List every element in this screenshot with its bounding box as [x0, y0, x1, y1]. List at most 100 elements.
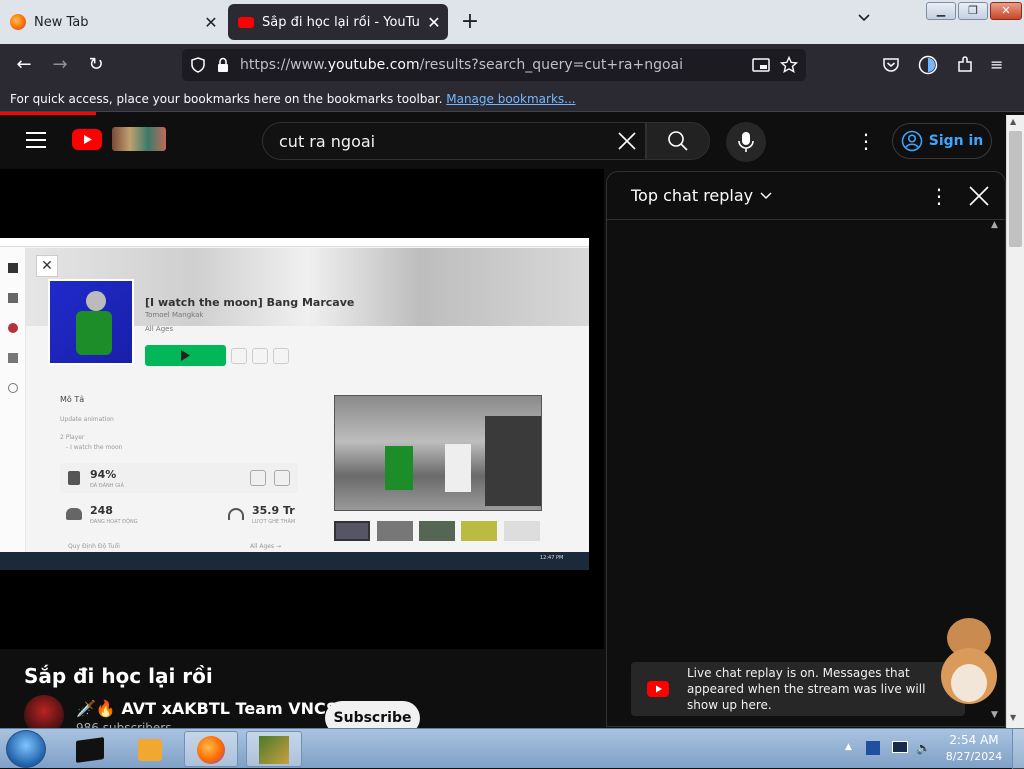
share-icon[interactable] — [252, 348, 268, 364]
manage-bookmarks-link[interactable]: Manage bookmarks... — [446, 92, 575, 106]
close-chat-icon[interactable] — [969, 186, 989, 206]
doodle-logo-icon[interactable] — [112, 127, 166, 151]
preview-thumb[interactable] — [377, 521, 413, 541]
search-input[interactable]: cut ra ngoai — [262, 122, 646, 160]
preview-thumb[interactable] — [419, 521, 455, 541]
scroll-down-arrow-icon[interactable]: ▼ — [1010, 713, 1016, 722]
age-rules-label: Quy Định Độ Tuổi — [68, 543, 120, 550]
microphone-icon — [738, 132, 754, 152]
thumbs-down-icon[interactable] — [250, 470, 266, 486]
reload-icon[interactable]: ↻ — [82, 52, 110, 78]
navigation-toolbar: ← → ↻ https://www.youtube.com/results?se… — [0, 44, 1024, 86]
play-button[interactable] — [145, 345, 226, 366]
embedded-taskbar: 12:47 PM — [0, 552, 589, 570]
tray-expand-icon[interactable]: ▲ — [845, 742, 852, 752]
sign-in-label: Sign in — [928, 133, 984, 149]
tab-youtube[interactable]: Sắp đi học lại rồi - YouTube ✕ — [228, 4, 448, 40]
rating-label: ĐÃ ĐÁNH GIÁ — [90, 483, 124, 489]
pocket-icon[interactable] — [882, 56, 900, 74]
visits-value: 35.9 Tr — [252, 504, 295, 517]
bookmark-star-icon[interactable] — [780, 56, 798, 74]
windows-taskbar: ▲ 🔈 2:54 AM 8/27/2024 — [0, 728, 1024, 769]
clear-search-icon[interactable] — [617, 131, 637, 151]
thumbs-up-outline-icon[interactable] — [274, 470, 290, 486]
close-window-button[interactable]: ✕ — [990, 2, 1022, 20]
clock-time[interactable]: 2:54 AM — [948, 733, 1000, 747]
extensions-icon[interactable] — [956, 56, 974, 74]
minimize-button[interactable]: ▁ — [926, 2, 956, 20]
url-text: https://www.youtube.com/results?search_q… — [240, 57, 683, 73]
close-tab-icon[interactable]: ✕ — [420, 13, 448, 32]
rating-value: 94% — [90, 468, 117, 481]
favorite-icon[interactable] — [231, 348, 247, 364]
account-icon[interactable] — [918, 55, 938, 75]
list-tabs-chevron-icon[interactable] — [852, 10, 876, 34]
firefox-taskbar-icon[interactable] — [184, 731, 238, 767]
address-bar[interactable]: https://www.youtube.com/results?search_q… — [182, 49, 806, 81]
forward-arrow-icon[interactable]: → — [46, 52, 74, 78]
picture-in-picture-icon[interactable] — [752, 57, 770, 73]
close-tab-icon[interactable]: ✕ — [197, 13, 225, 32]
search-icon — [668, 131, 688, 151]
chat-scroll-up-icon[interactable]: ▲ — [991, 220, 1003, 230]
new-tab-button[interactable]: + — [456, 8, 484, 36]
bookmarks-toolbar: For quick access, place your bookmarks h… — [0, 86, 1024, 112]
search-button[interactable] — [646, 122, 710, 160]
firefox-icon — [10, 14, 26, 30]
youtube-icon — [647, 681, 669, 697]
scroll-thumb[interactable] — [1009, 131, 1022, 247]
tab-new-tab[interactable]: New Tab ✕ — [0, 4, 225, 40]
shield-icon — [191, 57, 205, 73]
chat-header: Top chat replay ⋮ — [607, 172, 1005, 220]
network-icon[interactable] — [892, 741, 908, 753]
embedded-clock: 12:47 PM — [540, 555, 564, 561]
game-thumbnail — [48, 279, 134, 365]
sign-in-button[interactable]: Sign in — [892, 123, 992, 159]
maximize-button[interactable]: ❐ — [958, 2, 988, 20]
thumbs-up-icon[interactable] — [68, 471, 80, 485]
preview-thumb[interactable] — [461, 521, 497, 541]
age-rules-link[interactable]: All Ages → — [250, 543, 281, 550]
hamburger-menu-icon[interactable] — [26, 132, 46, 148]
preview-thumb[interactable] — [504, 521, 540, 541]
visits-label: LƯỢT GHÉ THĂM — [252, 519, 296, 525]
users-icon — [66, 508, 82, 520]
settings-dots-icon[interactable]: ⋮ — [856, 129, 876, 153]
scroll-up-arrow-icon[interactable]: ▲ — [1010, 117, 1016, 126]
notify-icon[interactable] — [273, 348, 289, 364]
volume-icon[interactable]: 🔈 — [916, 741, 931, 755]
active-label: ĐANG HOẠT ĐỘNG — [90, 519, 138, 525]
voice-search-button[interactable] — [726, 122, 766, 162]
start-button[interactable] — [6, 730, 46, 768]
game-box-taskbar-icon[interactable] — [246, 731, 302, 767]
tab-label: New Tab — [34, 14, 89, 30]
chat-replay-message: Live chat replay is on. Messages that ap… — [687, 666, 926, 712]
search-query: cut ra ngoai — [279, 131, 376, 151]
menu-icon[interactable]: ≡ — [990, 56, 1008, 74]
embedded-close-button[interactable]: ✕ — [36, 255, 58, 277]
user-circle-icon — [901, 130, 922, 152]
game-preview-image — [334, 395, 542, 511]
play-icon — [181, 350, 190, 361]
show-desktop-button[interactable] — [1012, 729, 1024, 769]
back-arrow-icon[interactable]: ← — [10, 52, 38, 78]
chat-options-dots-icon[interactable]: ⋮ — [929, 184, 949, 208]
embedded-sidebar — [0, 247, 26, 552]
embedded-titlebar — [0, 238, 589, 247]
description-line: 2 Player — [60, 434, 85, 441]
taskbar-app-icon[interactable] — [62, 731, 118, 767]
tray-app-icon[interactable] — [866, 741, 880, 755]
hamster-sticker — [937, 608, 1001, 708]
youtube-logo[interactable] — [72, 129, 102, 150]
chevron-down-icon[interactable] — [759, 191, 773, 201]
page-scrollbar[interactable]: ▲ ▼ — [1006, 115, 1024, 728]
media-player-icon[interactable] — [122, 731, 178, 767]
clock-date[interactable]: 8/27/2024 — [943, 750, 1005, 763]
channel-name[interactable]: 🗡️🔥 AVT xAKBTL Team VNCS — [76, 699, 338, 718]
chat-scroll-down-icon[interactable]: ▼ — [991, 710, 1003, 720]
gauge-icon — [228, 508, 244, 520]
video-title: Sắp đi học lại rồi — [24, 664, 213, 688]
preview-thumb[interactable] — [334, 521, 370, 541]
lock-icon — [218, 57, 228, 72]
chat-mode-dropdown[interactable]: Top chat replay — [631, 186, 753, 205]
